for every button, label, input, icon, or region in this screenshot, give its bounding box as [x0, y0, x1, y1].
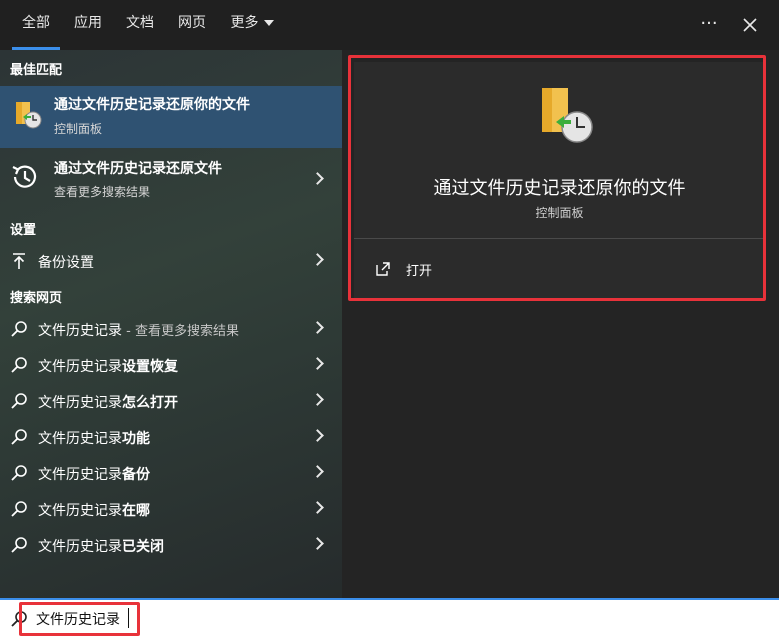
query-suffix: 备份	[122, 467, 150, 483]
search-icon	[11, 321, 27, 337]
detail-card: 通过文件历史记录还原你的文件 控制面板 打开	[354, 62, 765, 300]
chevron-right-icon	[311, 465, 324, 478]
web-search-label: 文件历史记录功能	[38, 428, 150, 448]
web-search-label: 文件历史记录设置恢复	[38, 356, 178, 376]
detail-title: 通过文件历史记录还原你的文件	[433, 178, 686, 199]
chevron-right-icon	[311, 393, 324, 406]
search-icon	[11, 465, 27, 481]
query-text: 文件历史记录	[38, 467, 122, 483]
chevron-right-icon	[311, 537, 324, 550]
web-search-item[interactable]: 文件历史记录备份	[0, 455, 342, 491]
restore-files-subtitle: 查看更多搜索结果	[54, 185, 151, 199]
query-text: 文件历史记录	[38, 395, 122, 411]
web-search-item[interactable]: 文件历史记录功能	[0, 419, 342, 455]
restore-files-title: 通过文件历史记录还原文件	[54, 161, 222, 177]
chevron-right-icon	[311, 429, 324, 442]
best-match-subtitle: 控制面板	[54, 122, 103, 136]
web-search-label: 文件历史记录已关闭	[38, 536, 164, 556]
search-icon	[11, 357, 27, 373]
chevron-right-icon	[311, 172, 324, 185]
divider	[354, 238, 765, 239]
web-search-label: 文件历史记录怎么打开	[38, 392, 178, 412]
close-icon[interactable]	[737, 12, 763, 38]
detail-subtitle: 控制面板	[535, 206, 584, 220]
tab-apps[interactable]: 应用	[70, 0, 106, 50]
backup-settings-label: 备份设置	[38, 255, 94, 271]
history-clock-icon	[12, 165, 37, 188]
query-suffix: 已关闭	[122, 539, 164, 555]
search-icon	[11, 537, 27, 553]
tab-more-label: 更多	[230, 15, 259, 31]
restore-files-result[interactable]: 通过文件历史记录还原文件 查看更多搜索结果	[0, 150, 342, 206]
search-icon	[11, 501, 27, 517]
query-suffix: 在哪	[122, 503, 150, 519]
web-search-item[interactable]: 文件历史记录 - 查看更多搜索结果	[0, 311, 342, 347]
web-search-item[interactable]: 文件历史记录怎么打开	[0, 383, 342, 419]
query-text: 文件历史记录	[38, 539, 122, 555]
chevron-right-icon	[311, 321, 324, 334]
query-text: 文件历史记录	[38, 323, 122, 339]
web-search-item[interactable]: 文件历史记录在哪	[0, 491, 342, 527]
caret-down-icon	[263, 20, 274, 26]
file-history-folder-icon	[542, 88, 593, 143]
detail-panel: 通过文件历史记录还原你的文件 控制面板 打开	[342, 50, 779, 598]
ellipsis-icon[interactable]: ···	[696, 12, 722, 38]
chevron-right-icon	[311, 253, 324, 266]
best-match-title: 通过文件历史记录还原你的文件	[54, 97, 250, 113]
upload-arrow-icon	[13, 253, 25, 269]
best-match-result[interactable]: 通过文件历史记录还原你的文件 控制面板	[0, 86, 342, 148]
web-search-item[interactable]: 文件历史记录设置恢复	[0, 347, 342, 383]
section-web: 搜索网页	[10, 291, 63, 306]
search-bar	[0, 598, 779, 640]
chevron-right-icon	[311, 357, 324, 370]
query-text: 文件历史记录	[38, 431, 122, 447]
section-best-match: 最佳匹配	[10, 63, 63, 78]
query-suffix: 功能	[122, 431, 150, 447]
tab-documents[interactable]: 文档	[122, 0, 158, 50]
file-history-folder-icon	[16, 102, 42, 129]
backup-settings-item[interactable]: 备份设置	[0, 243, 342, 279]
tab-more[interactable]: 更多	[226, 0, 278, 50]
open-label: 打开	[406, 264, 433, 279]
web-search-label: 文件历史记录备份	[38, 464, 150, 484]
web-search-label: 文件历史记录 - 查看更多搜索结果	[38, 320, 239, 340]
query-text: 文件历史记录	[38, 359, 122, 375]
tab-web[interactable]: 网页	[174, 0, 210, 50]
query-suffix: 怎么打开	[122, 395, 178, 411]
query-text: 文件历史记录	[38, 503, 122, 519]
highlight-box	[19, 602, 140, 636]
tab-all[interactable]: 全部	[12, 0, 60, 50]
open-external-icon	[376, 262, 390, 276]
search-icon	[11, 393, 27, 409]
query-hint: - 查看更多搜索结果	[122, 324, 239, 339]
chevron-right-icon	[311, 501, 324, 514]
search-icon	[11, 429, 27, 445]
top-bar: 全部 应用 文档 网页 更多 ···	[0, 0, 779, 50]
web-search-label: 文件历史记录在哪	[38, 500, 150, 520]
results-panel: 最佳匹配 通过文件历史记录还原你的文件 控制面板 通过文件历史记录还原文件 查看…	[0, 50, 342, 598]
section-settings: 设置	[10, 223, 37, 238]
web-search-item[interactable]: 文件历史记录已关闭	[0, 527, 342, 563]
query-suffix: 设置恢复	[122, 359, 178, 375]
